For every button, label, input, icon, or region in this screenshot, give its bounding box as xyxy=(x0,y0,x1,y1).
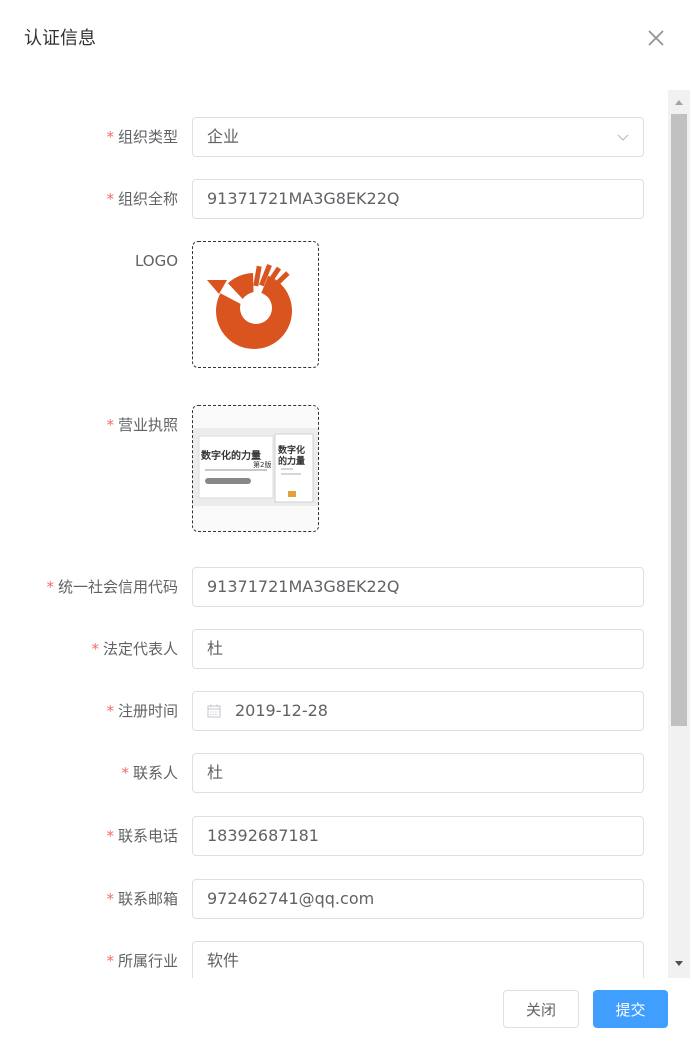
required-mark: * xyxy=(106,416,114,434)
required-mark: * xyxy=(106,827,114,845)
form-scroll-area[interactable]: *组织类型 企业 *组织全称 91371721MA3G8EK22Q LOGO xyxy=(0,90,668,978)
phone-input[interactable]: 18392687181 xyxy=(192,816,644,856)
license-upload[interactable]: 数字化的力量 第2版 数字化的力量 xyxy=(192,405,319,532)
legal-rep-input[interactable]: 杜 xyxy=(192,629,644,669)
chevron-down-icon xyxy=(617,134,629,141)
reg-date-picker[interactable]: 2019-12-28 xyxy=(192,691,644,731)
org-type-value: 企业 xyxy=(207,127,240,146)
contact-value: 杜 xyxy=(207,763,224,782)
logo-image xyxy=(207,264,292,349)
logo-upload[interactable] xyxy=(192,241,319,368)
book-title: 数字化的力量 xyxy=(201,451,261,462)
required-mark: * xyxy=(106,128,114,146)
scroll-up-arrow-icon[interactable] xyxy=(674,98,684,106)
industry-label: * 所属行业 xyxy=(106,952,178,970)
required-mark: * xyxy=(121,764,129,782)
license-label: * 营业执照 xyxy=(106,416,178,434)
email-input[interactable]: 972462741@qq.com xyxy=(192,879,644,919)
industry-input[interactable]: 软件 xyxy=(192,941,644,978)
reg-date-value: 2019-12-28 xyxy=(235,701,328,720)
close-button[interactable]: 关闭 xyxy=(503,990,579,1028)
contact-label: * 联系人 xyxy=(121,764,178,782)
scrollbar-thumb[interactable] xyxy=(671,114,687,726)
credit-code-value: 91371721MA3G8EK22Q xyxy=(207,577,400,596)
contact-input[interactable]: 杜 xyxy=(192,753,644,793)
book-edition: 第2版 xyxy=(253,461,272,469)
phone-label: * 联系电话 xyxy=(106,827,178,845)
vertical-scrollbar[interactable] xyxy=(668,90,690,978)
legal-rep-label: * 法定代表人 xyxy=(91,640,178,658)
org-type-label: * 组织类型 xyxy=(106,128,178,146)
org-type-select[interactable]: 企业 xyxy=(192,117,644,157)
email-label: * 联系邮箱 xyxy=(106,890,178,908)
org-name-value: 91371721MA3G8EK22Q xyxy=(207,189,400,208)
industry-value: 软件 xyxy=(207,951,240,970)
close-icon[interactable] xyxy=(644,26,668,50)
scroll-down-arrow-icon[interactable] xyxy=(674,960,684,968)
email-value: 972462741@qq.com xyxy=(207,889,375,908)
credit-code-input[interactable]: 91371721MA3G8EK22Q xyxy=(192,567,644,607)
book-spine-title: 数字化的力量 xyxy=(278,446,306,467)
org-name-input[interactable]: 91371721MA3G8EK22Q xyxy=(192,179,644,219)
credit-code-label: * 统一社会信用代码 xyxy=(46,578,178,596)
required-mark: * xyxy=(106,952,114,970)
required-mark: * xyxy=(46,578,54,596)
required-mark: * xyxy=(106,890,114,908)
required-mark: * xyxy=(106,702,114,720)
org-name-label: * 组织全称 xyxy=(106,190,178,208)
logo-label: LOGO xyxy=(134,252,178,270)
calendar-icon xyxy=(207,704,221,718)
required-mark: * xyxy=(91,640,99,658)
submit-button[interactable]: 提交 xyxy=(593,990,668,1028)
legal-rep-value: 杜 xyxy=(207,639,224,658)
phone-value: 18392687181 xyxy=(207,826,319,845)
reg-date-label: * 注册时间 xyxy=(106,702,178,720)
required-mark: * xyxy=(106,190,114,208)
dialog-title: 认证信息 xyxy=(24,28,96,49)
